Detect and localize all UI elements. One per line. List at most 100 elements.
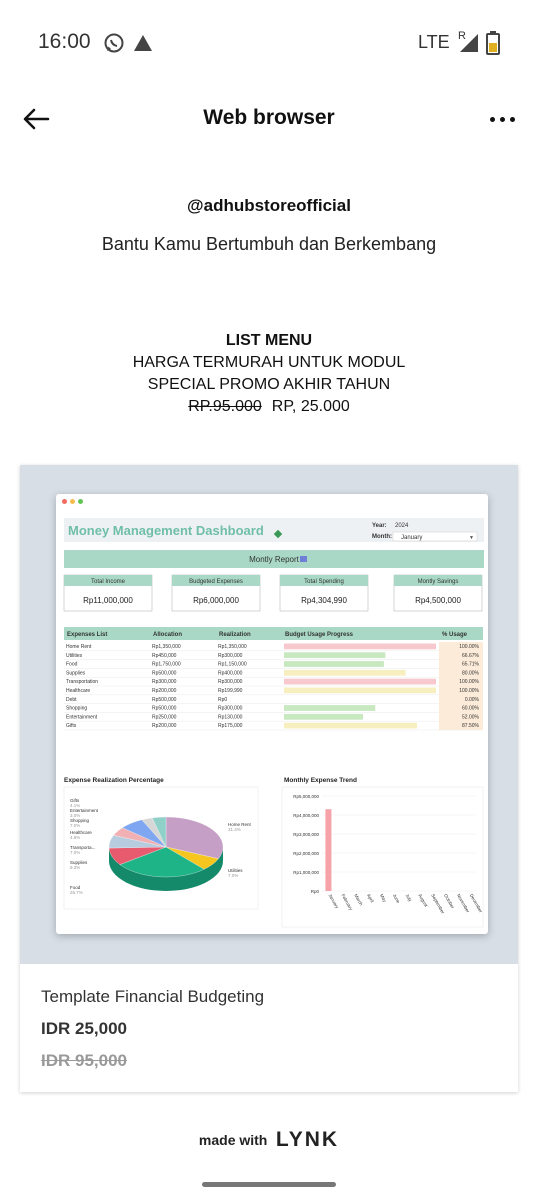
store-tagline: Bantu Kamu Bertumbuh dan Berkembang [101, 234, 437, 254]
dashboard-title: Money Management Dashboard [68, 523, 264, 538]
more-options-icon[interactable] [482, 104, 522, 134]
row-expense-name: Food [66, 662, 78, 668]
promo-line-1: HARGA TERMURAH UNTUK MODUL [132, 354, 406, 371]
row-allocation: Rp300,000 [152, 679, 177, 685]
table-header-label: Budget Usage Progress [285, 632, 354, 638]
row-realization: Rp1,350,000 [218, 644, 247, 650]
trend-ytick: Rp3,000,000 [293, 832, 319, 837]
year-label: Year: [372, 523, 387, 529]
row-realization: Rp1,150,000 [218, 662, 247, 668]
kpi-value: Rp4,304,990 [301, 596, 347, 605]
product-card[interactable]: Money Management Dashboard Year: 2024 Month… [20, 465, 518, 1092]
product-name: Template Financial Budgeting [41, 987, 265, 1006]
row-realization: Rp130,000 [218, 714, 243, 720]
pie-label-pct: 9.3% [70, 865, 80, 870]
month-value: January [401, 535, 422, 541]
table-header-label: Expenses List [67, 632, 107, 638]
kpi-value: Rp4,500,000 [415, 596, 461, 605]
row-usage-pct: 0.00% [465, 697, 480, 703]
table-header-label: Realization [219, 632, 251, 638]
row-realization: Rp175,000 [218, 723, 243, 729]
kpi-value: Rp11,000,000 [83, 596, 133, 605]
footer-branding[interactable]: made with LYNK [0, 1128, 538, 1152]
row-expense-name: Utilities [66, 653, 83, 659]
row-usage-pct: 100.00% [459, 688, 479, 694]
trend-ytick: Rp2,000,000 [293, 851, 319, 856]
row-allocation: Rp200,000 [152, 688, 177, 694]
pie-label-pct: 4.1% [70, 803, 80, 808]
row-usage-pct: 100.00% [459, 644, 479, 650]
pie-title: Expense Realization Percentage [64, 777, 164, 784]
row-usage-pct: 65.71% [462, 662, 480, 668]
row-allocation: Rp500,000 [152, 670, 177, 676]
row-expense-name: Transportation [66, 679, 98, 685]
promo-old-price: RP.95.000 [188, 398, 262, 415]
row-expense-name: Entertainment [66, 714, 98, 720]
kpi-label: Montly Savings [418, 579, 459, 585]
row-usage-bar [284, 678, 436, 685]
trend-ytick: Rp5,000,000 [293, 794, 319, 799]
report-chart-icon [300, 556, 307, 562]
row-expense-name: Home Rent [66, 644, 92, 650]
row-allocation: Rp500,000 [152, 706, 177, 712]
promo-new-price: RP, 25.000 [271, 398, 350, 415]
whatsapp-icon [103, 32, 125, 59]
alert-icon [132, 33, 154, 58]
row-allocation: Rp1,750,000 [152, 662, 181, 668]
row-usage-bar [284, 705, 376, 711]
trend-title: Monthly Expense Trend [284, 777, 357, 784]
row-usage-bar [284, 713, 364, 720]
row-usage-pct: 100.00% [459, 679, 479, 685]
kpi-value: Rp6,000,000 [193, 596, 239, 605]
home-indicator[interactable] [202, 1182, 336, 1187]
row-usage-bar [284, 643, 436, 650]
row-allocation: Rp250,000 [152, 714, 177, 720]
kpi-label: Total Spending [304, 579, 344, 585]
row-expense-name: Shopping [66, 706, 87, 712]
row-allocation: Rp500,000 [152, 697, 177, 703]
report-title: Montly Report [249, 555, 300, 564]
row-expense-name: Gifts [66, 723, 77, 729]
pie-label-pct: 7.0% [228, 873, 238, 878]
year-value: 2024 [395, 523, 409, 529]
promo-line-2: SPECIAL PROMO AKHIR TAHUN [147, 376, 391, 393]
product-old-price: IDR 95,000 [41, 1051, 127, 1070]
dashboard-preview: Money Management Dashboard Year: 2024 Month… [56, 494, 488, 934]
trend-ytick: Rp0 [311, 889, 320, 894]
promo-price-line: RP.95.000 RP, 25.000 [0, 398, 538, 416]
row-usage-pct: 87.50% [462, 723, 480, 729]
pie-label-pct: 7.0% [70, 850, 80, 855]
lynk-logo: LYNK [275, 1128, 340, 1151]
battery-icon [486, 31, 500, 60]
row-allocation: Rp450,000 [152, 653, 177, 659]
row-expense-name: Healthcare [66, 688, 90, 694]
row-expense-name: Debt [66, 697, 77, 703]
row-usage-bar [284, 722, 417, 729]
product-image: Money Management Dashboard Year: 2024 Month… [20, 465, 518, 964]
pie-label-pct: 4.6% [70, 835, 80, 840]
row-realization: Rp300,000 [218, 679, 243, 685]
row-allocation: Rp1,350,000 [152, 644, 181, 650]
kpi-label: Budgeted Expenses [189, 579, 243, 585]
made-with-label: made with [198, 1132, 268, 1148]
row-usage-pct: 52.00% [462, 714, 480, 720]
row-realization: Rp0 [218, 697, 227, 703]
row-allocation: Rp200,000 [152, 723, 177, 729]
row-realization: Rp199,990 [218, 688, 243, 694]
month-dropdown-icon: ▼ [469, 535, 474, 541]
row-usage-bar [284, 687, 436, 694]
row-realization: Rp300,000 [218, 706, 243, 712]
dashboard-graphic: Money Management Dashboard Year: 2024Month… [63, 518, 484, 928]
trend-ytick: Rp1,000,000 [293, 870, 319, 875]
row-realization: Rp400,000 [218, 670, 243, 676]
row-usage-pct: 60.00% [462, 706, 480, 712]
month-label: Month: [372, 534, 392, 540]
app-bar-title: Web browser [203, 106, 335, 129]
signal-icon [458, 32, 480, 59]
pie-label-pct: 3.0% [70, 813, 80, 818]
table-header-label: Allocation [153, 632, 182, 638]
product-price: IDR 25,000 [41, 1019, 127, 1038]
pie-label-pct: 31.4% [228, 827, 241, 832]
pie-label-pct: 26.7% [70, 890, 83, 895]
status-time: 16:00 [38, 30, 91, 53]
